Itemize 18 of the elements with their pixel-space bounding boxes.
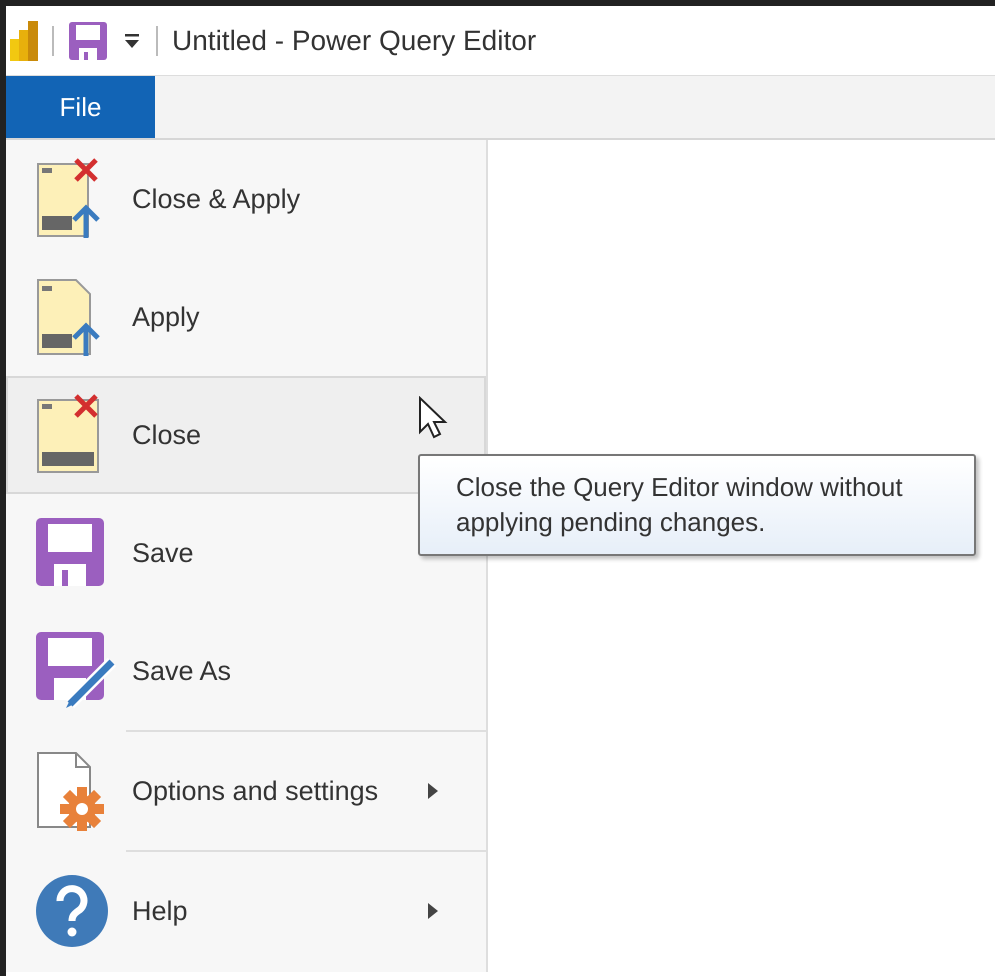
menu-item[interactable]: Apply — [8, 260, 220, 374]
menu-item[interactable]: Close & Apply — [8, 142, 320, 256]
file-tab[interactable]: File — [6, 76, 155, 138]
window-title: Untitled - Power Query Editor — [172, 24, 536, 56]
menu-item[interactable]: Help — [8, 854, 484, 968]
help-icon — [36, 875, 108, 947]
tooltip: Close the Query Editor window without applying pending changes. — [418, 454, 976, 556]
menu-item[interactable]: Save As — [8, 614, 252, 728]
save-as-icon — [36, 632, 116, 710]
submenu-arrow-icon — [428, 783, 438, 799]
mouse-pointer-icon — [418, 396, 450, 440]
submenu-arrow-icon — [428, 903, 438, 919]
save-icon[interactable] — [68, 20, 108, 60]
save-icon — [36, 518, 106, 588]
menu-item[interactable]: Close — [8, 378, 222, 492]
menu-item[interactable]: Save — [8, 496, 214, 610]
app-logo-icon — [10, 20, 38, 60]
menu-item[interactable]: Options and settings — [8, 734, 484, 848]
